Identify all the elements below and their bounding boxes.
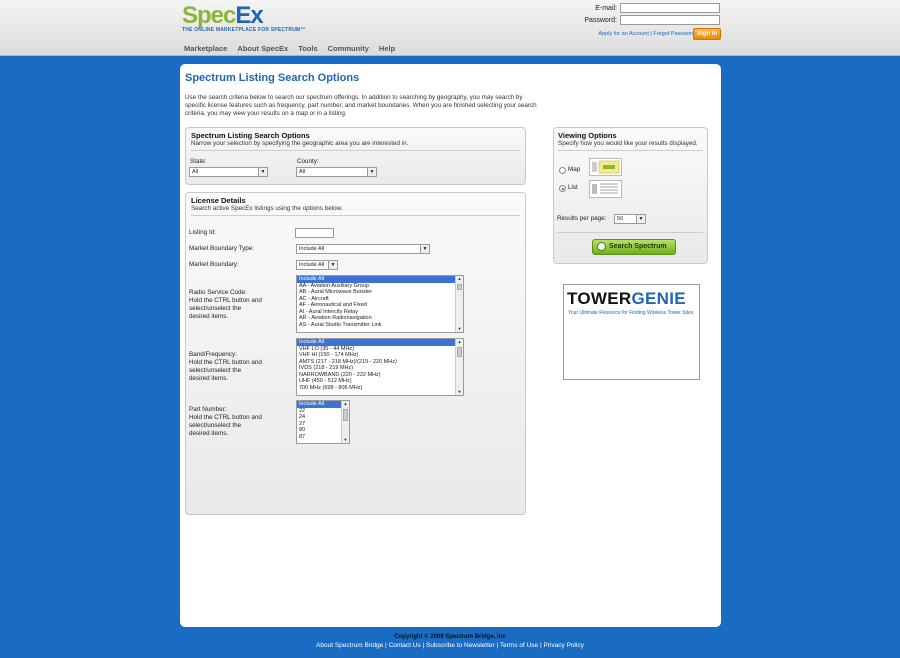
sign-in-button[interactable]: Sign In [693,28,721,40]
state-select[interactable]: All ▼ [189,167,268,177]
listing-id-label: Listing Id: [189,229,216,236]
search-icon [597,242,606,251]
email-field[interactable] [620,3,720,13]
geo-subtitle: Narrow your selection by specifying the … [191,140,409,147]
band-frequency-list[interactable]: Include All VHF LO (35 - 44 MHz) VHF HI … [296,338,464,396]
footer-links: About Spectrum Bridge | Contact Us | Sub… [316,642,584,649]
login-form: E-mail: Password: [580,3,720,27]
part-number-label: Part Number: Hold the CTRL button and se… [189,406,262,437]
footer-link-subscribe[interactable]: Subscribe to Newsletter [426,642,495,649]
divider [557,232,703,233]
chevron-down-icon: ▼ [636,215,645,223]
list-radio[interactable] [559,185,566,192]
radio-service-code-list[interactable]: Include All AA - Aviation Auxiliary Grou… [296,275,464,333]
part-number-list[interactable]: Include All 22 24 27 80 87 ▲ ▼ [296,400,350,444]
license-title: License Details [191,196,246,205]
list-item[interactable]: AS - Aural Studio Transmitter Link [297,322,463,329]
intro-text: Use the search criteria below to search … [185,94,537,117]
copyright: Copyright © 2009 Spectrum Bridge, Inc [394,634,506,640]
search-spectrum-label: Search Spectrum [609,243,667,250]
chevron-down-icon: ▼ [420,245,429,253]
scroll-down-icon[interactable]: ▼ [342,437,349,443]
viewing-title: Viewing Options [558,131,617,140]
listing-id-input[interactable] [295,228,334,238]
market-boundary-value: Include All [299,262,325,268]
ad-title-tower: TOWER [567,289,632,308]
market-boundary-type-value: Include All [299,246,325,252]
map-view-icon [589,158,622,176]
specex-logo[interactable]: SpecEx THE ONLINE MARKETPLACE FOR SPECTR… [182,2,306,34]
band-frequency-label: Band/Frequency: Hold the CTRL button and… [189,351,262,382]
geo-title: Spectrum Listing Search Options [191,131,310,140]
chevron-down-icon: ▼ [258,168,267,176]
footer-link-contact[interactable]: Contact Us [389,642,421,649]
scrollbar[interactable]: ▲ ▼ [455,276,463,332]
market-boundary-label: Market Boundary: [189,261,239,268]
main-nav: Marketplace About SpecEx Tools Community… [184,44,395,53]
market-boundary-type-label: Market Boundary Type: [189,245,254,252]
results-per-page-value: 50 [617,216,624,222]
ad-title-genie: GENIE [631,289,686,308]
scroll-down-icon[interactable]: ▼ [456,389,463,395]
footer-link-privacy[interactable]: Privacy Policy [543,642,583,649]
county-select-value: All [299,169,306,175]
email-label: E-mail: [595,4,617,12]
footer: Copyright © 2009 Spectrum Bridge, Inc Ab… [0,634,900,649]
viewing-subtitle: Specify how you would like your results … [558,140,698,147]
nav-tools[interactable]: Tools [298,44,317,53]
scroll-thumb[interactable] [457,284,462,290]
footer-link-terms[interactable]: Terms of Use [500,642,538,649]
chevron-down-icon: ▼ [367,168,376,176]
list-item[interactable]: 700 MHz (698 - 806 MHz) [297,385,463,392]
chevron-down-icon: ▼ [328,261,337,269]
market-boundary-select[interactable]: Include All ▼ [296,260,338,270]
ad-subtitle: Your Ultimate Resource for Finding Wirel… [568,310,694,316]
scroll-up-icon[interactable]: ▲ [456,276,463,282]
logo-ex-text: Ex [235,2,263,29]
results-per-page-select[interactable]: 50 ▼ [614,214,646,224]
towergenie-ad[interactable]: TOWERGENIE Your Ultimate Resource for Fi… [563,284,700,380]
scrollbar[interactable]: ▲ ▼ [341,401,349,443]
scrollbar[interactable]: ▲ ▼ [455,339,463,395]
search-spectrum-button[interactable]: Search Spectrum [592,239,676,255]
county-select[interactable]: All ▼ [296,167,377,177]
license-subtitle: Search active SpecEx listings using the … [191,205,343,212]
market-boundary-type-select[interactable]: Include All ▼ [296,244,430,254]
nav-community[interactable]: Community [328,44,369,53]
scroll-up-icon[interactable]: ▲ [342,401,349,407]
state-label: State: [190,158,207,165]
scroll-down-icon[interactable]: ▼ [456,326,463,332]
state-select-value: All [192,169,199,175]
logo-spec-text: Spec [182,2,236,29]
county-label: County: [297,158,319,165]
list-radio-label: List [568,184,578,191]
login-links: Apply for an Account | Forgot Password? [598,31,698,37]
radio-service-code-label: Radio Service Code: Hold the CTRL button… [189,289,262,320]
password-label: Password: [584,16,617,24]
map-radio-label: Map [568,166,581,173]
forgot-password-link[interactable]: Forgot Password? [653,31,698,37]
scroll-thumb[interactable] [457,347,462,357]
scroll-up-icon[interactable]: ▲ [456,339,463,345]
footer-link-about[interactable]: About Spectrum Bridge [316,642,383,649]
list-view-icon [589,180,622,198]
nav-about-specex[interactable]: About SpecEx [237,44,288,53]
page-title: Spectrum Listing Search Options [185,72,360,84]
top-bar: SpecEx THE ONLINE MARKETPLACE FOR SPECTR… [0,0,900,56]
password-field[interactable] [620,15,720,25]
nav-help[interactable]: Help [379,44,395,53]
logo-tagline: THE ONLINE MARKETPLACE FOR SPECTRUM™ [182,27,306,33]
nav-marketplace[interactable]: Marketplace [184,44,227,53]
apply-account-link[interactable]: Apply for an Account [598,31,648,37]
scroll-thumb[interactable] [343,409,348,421]
results-per-page-label: Results per page: [557,215,607,222]
map-radio[interactable] [559,167,566,174]
